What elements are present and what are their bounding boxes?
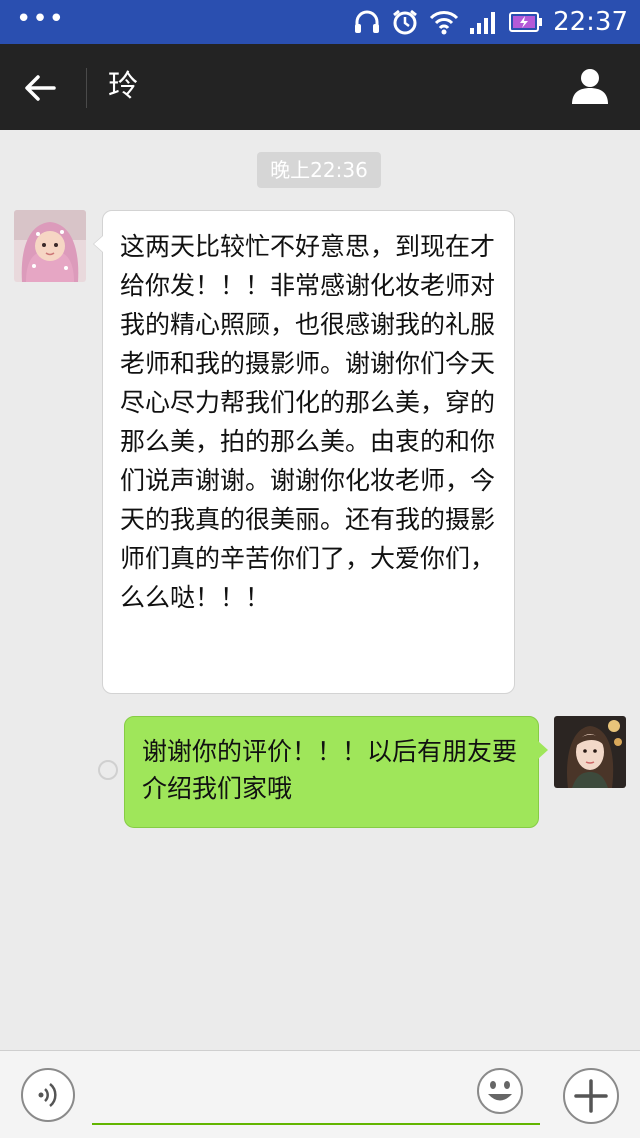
emoji-icon[interactable] bbox=[476, 1067, 524, 1115]
chat-title: 玲 bbox=[108, 69, 138, 104]
status-icons: 22:37 bbox=[353, 6, 628, 38]
status-time: 22:37 bbox=[553, 7, 628, 37]
input-bar bbox=[0, 1050, 640, 1138]
plus-icon[interactable] bbox=[562, 1067, 620, 1125]
wifi-icon bbox=[429, 11, 459, 35]
alarm-icon bbox=[393, 9, 417, 35]
back-arrow-icon[interactable] bbox=[18, 66, 62, 110]
sending-indicator bbox=[98, 760, 118, 780]
signal-icon bbox=[470, 12, 496, 34]
user-avatar[interactable] bbox=[554, 716, 626, 788]
incoming-message-bubble[interactable]: 这两天比较忙不好意思，到现在才给你发！！！非常感谢化妆老师对我的精心照顾，也很感… bbox=[93, 210, 515, 694]
contact-avatar[interactable] bbox=[14, 210, 86, 282]
headphones-icon bbox=[355, 10, 380, 33]
message-timestamp: 晚上22:36 bbox=[257, 152, 381, 188]
voice-icon[interactable] bbox=[20, 1067, 76, 1123]
menu-dots-icon: ••• bbox=[16, 4, 66, 34]
chat-area: 晚上22:36 这两天比较忙不好意思，到现在才给你发！！！非常感谢化妆老师对我的… bbox=[0, 130, 640, 1050]
status-bar: ••• 22:37 bbox=[0, 0, 640, 44]
title-divider bbox=[86, 68, 87, 108]
message-input[interactable] bbox=[92, 1065, 540, 1125]
title-bar: 玲 bbox=[0, 44, 640, 130]
battery-charging-icon bbox=[509, 12, 543, 32]
outgoing-message-bubble[interactable]: 谢谢你的评价！！！以后有朋友要介绍我们家哦 bbox=[124, 716, 548, 828]
person-icon[interactable] bbox=[570, 66, 610, 106]
